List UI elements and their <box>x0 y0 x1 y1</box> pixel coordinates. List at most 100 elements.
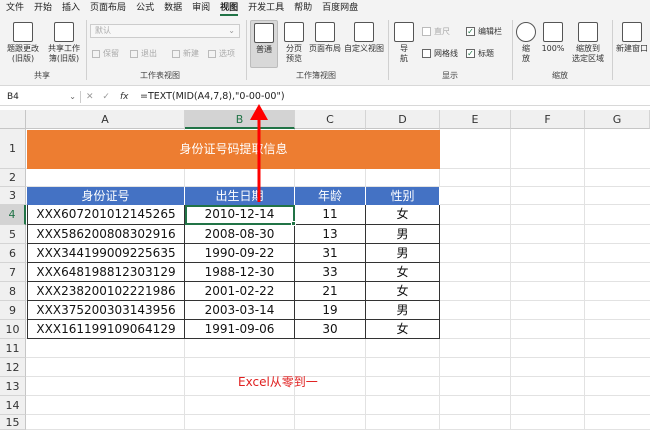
cancel-icon[interactable]: ✕ <box>86 92 94 102</box>
sheet-view-options-button[interactable]: 选项 <box>208 48 235 59</box>
sheet-title-cell[interactable]: 身份证号码提取信息 <box>27 130 440 169</box>
table-cell[interactable]: 1991-09-06 <box>185 320 295 339</box>
table-cell[interactable]: XXX648198812303129 <box>27 263 185 282</box>
table-cell[interactable]: XXX586200808302916 <box>27 225 185 244</box>
table-cell[interactable]: 1988-12-30 <box>185 263 295 282</box>
enter-icon[interactable]: ✓ <box>102 92 110 102</box>
table-cell[interactable]: 13 <box>295 225 366 244</box>
table-cell[interactable]: 31 <box>295 244 366 263</box>
formula-input[interactable]: =TEXT(MID(A4,7,8),"0-00-00") <box>140 90 285 104</box>
sheet-view-dropdown[interactable]: 默认 ⌄ <box>90 24 240 38</box>
table-cell[interactable]: 2008-08-30 <box>185 225 295 244</box>
menu-item-10[interactable]: 百度网盘 <box>322 0 358 16</box>
new-icon <box>172 49 180 58</box>
row-header-5[interactable]: 5 <box>0 225 26 244</box>
share-workbook-button[interactable]: 共享工作 簿(旧版) <box>46 22 82 64</box>
normal-view-button[interactable]: 普通 <box>250 20 278 68</box>
table-cell[interactable]: 女 <box>366 205 440 225</box>
formula-bar-checkbox[interactable]: ✓ 编辑栏 <box>466 26 502 37</box>
table-cell[interactable]: 1990-09-22 <box>185 244 295 263</box>
table-cell[interactable]: 男 <box>366 225 440 244</box>
table-cell[interactable]: 19 <box>295 301 366 320</box>
row-header-11[interactable]: 11 <box>0 339 26 358</box>
menu-item-5[interactable]: 数据 <box>164 0 182 16</box>
row-header-10[interactable]: 10 <box>0 320 26 339</box>
menu-item-9[interactable]: 帮助 <box>294 0 312 16</box>
row-header-3[interactable]: 3 <box>0 187 26 205</box>
sheet-view-new-button[interactable]: 新建 <box>172 48 199 59</box>
row-header-9[interactable]: 9 <box>0 301 26 320</box>
row-header-13[interactable]: 13 <box>0 377 26 396</box>
menu-item-3[interactable]: 页面布局 <box>90 0 126 16</box>
select-all-corner[interactable] <box>0 110 26 129</box>
headings-checkbox[interactable]: ✓ 标题 <box>466 48 494 59</box>
sheet-view-exit-button[interactable]: 退出 <box>130 48 157 59</box>
navigation-button[interactable]: 导 航 <box>394 22 414 64</box>
column-header-F[interactable]: F <box>511 110 585 129</box>
table-cell[interactable]: XXX344199009225635 <box>27 244 185 263</box>
zoom-label: 缩 放 <box>522 44 530 63</box>
table-cell[interactable]: 女 <box>366 263 440 282</box>
table-header-cell[interactable]: 身份证号 <box>27 187 185 205</box>
sheet-view-value: 默认 <box>95 26 111 35</box>
table-cell[interactable]: 男 <box>366 301 440 320</box>
ruler-check-icon <box>422 27 431 36</box>
zoom-button[interactable]: 缩 放 <box>516 22 536 64</box>
table-cell[interactable]: XXX375200303143956 <box>27 301 185 320</box>
new-window-label: 新建窗口 <box>616 44 648 53</box>
column-header-C[interactable]: C <box>295 110 366 129</box>
table-cell[interactable]: 女 <box>366 320 440 339</box>
column-header-B[interactable]: B <box>185 110 295 129</box>
table-cell[interactable]: 33 <box>295 263 366 282</box>
table-cell[interactable]: 30 <box>295 320 366 339</box>
row-header-1[interactable]: 1 <box>0 129 26 169</box>
table-header-cell[interactable]: 性别 <box>366 187 440 205</box>
column-header-A[interactable]: A <box>26 110 185 129</box>
menu-item-8[interactable]: 开发工具 <box>248 0 284 16</box>
fill-handle[interactable] <box>291 221 296 226</box>
table-cell[interactable]: 2003-03-14 <box>185 301 295 320</box>
table-cell[interactable]: 女 <box>366 282 440 301</box>
menu-item-6[interactable]: 审阅 <box>192 0 210 16</box>
gridlines-checkbox[interactable]: 网格线 <box>422 48 458 59</box>
menu-item-2[interactable]: 插入 <box>62 0 80 16</box>
table-cell[interactable]: XXX161199109064129 <box>27 320 185 339</box>
name-box[interactable]: B4 ⌄ <box>4 90 78 104</box>
row-header-12[interactable]: 12 <box>0 358 26 377</box>
table-cell[interactable]: 11 <box>295 205 366 225</box>
menu-item-0[interactable]: 文件 <box>6 0 24 16</box>
zoom-to-selection-button[interactable]: 缩放到 选定区域 <box>568 22 608 64</box>
table-header-cell[interactable]: 年龄 <box>295 187 366 205</box>
table-cell[interactable]: XXX238200102221986 <box>27 282 185 301</box>
sheet-view-keep-button[interactable]: 保留 <box>92 48 119 59</box>
track-changes-button[interactable]: 题跟更改 (旧版) <box>6 22 40 64</box>
table-header-cell[interactable]: 出生日期 <box>185 187 295 205</box>
column-header-G[interactable]: G <box>585 110 650 129</box>
row-header-8[interactable]: 8 <box>0 282 26 301</box>
row-header-15[interactable]: 15 <box>0 415 26 430</box>
active-cell-border <box>185 205 295 225</box>
row-header-2[interactable]: 2 <box>0 169 26 187</box>
table-cell[interactable]: 2001-02-22 <box>185 282 295 301</box>
table-cell[interactable]: 男 <box>366 244 440 263</box>
page-layout-icon <box>315 22 335 42</box>
menu-item-1[interactable]: 开始 <box>34 0 52 16</box>
row-header-6[interactable]: 6 <box>0 244 26 263</box>
menu-item-4[interactable]: 公式 <box>136 0 154 16</box>
page-break-preview-button[interactable]: 分页 预览 <box>282 22 306 64</box>
new-window-button[interactable]: 新建窗口 <box>614 22 650 54</box>
zoom-100-button[interactable]: 100% <box>540 22 566 54</box>
row-header-4[interactable]: 4 <box>0 205 26 225</box>
row-header-7[interactable]: 7 <box>0 263 26 282</box>
column-header-E[interactable]: E <box>440 110 511 129</box>
table-cell[interactable]: 21 <box>295 282 366 301</box>
page-break-icon <box>284 22 304 42</box>
insert-function-icon[interactable]: fx <box>120 90 129 104</box>
column-header-D[interactable]: D <box>366 110 440 129</box>
row-header-14[interactable]: 14 <box>0 396 26 415</box>
custom-view-button[interactable]: 自定义视图 <box>344 22 384 54</box>
ruler-checkbox[interactable]: 直尺 <box>422 26 450 37</box>
menu-item-7[interactable]: 视图 <box>220 0 239 16</box>
table-cell[interactable]: XXX607201012145265 <box>27 205 185 225</box>
page-layout-button[interactable]: 页面布局 <box>306 22 344 54</box>
